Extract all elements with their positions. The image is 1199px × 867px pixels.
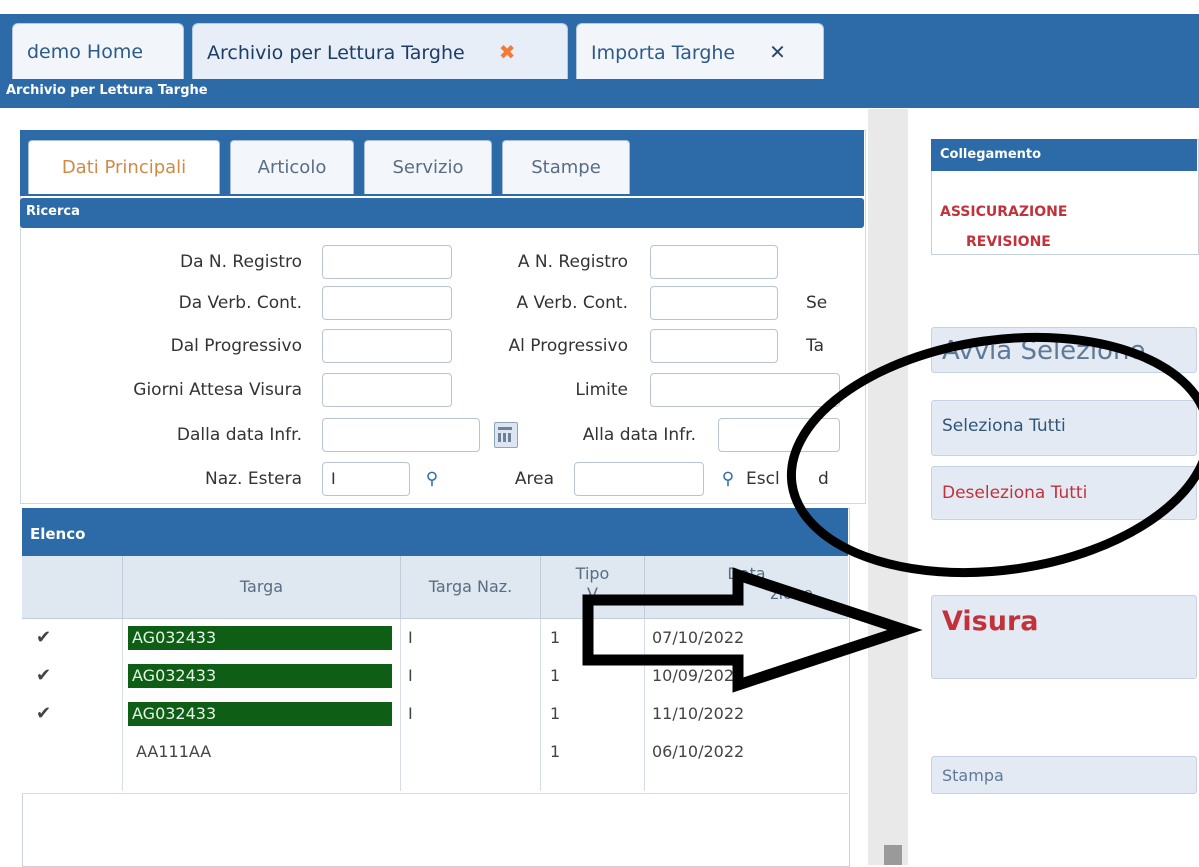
ricerca-header xyxy=(20,198,864,228)
grid-title: Elenco xyxy=(30,525,86,543)
naz-estera-input[interactable]: I xyxy=(322,462,410,496)
tab-label: Importa Targhe xyxy=(591,42,736,64)
deseleziona-tutti-button[interactable]: Deseleziona Tutti xyxy=(931,466,1197,520)
close-icon[interactable]: ✖ xyxy=(499,40,516,64)
tab-label: Archivio per Lettura Targhe xyxy=(207,42,465,64)
label-escl-suffix: d xyxy=(818,469,829,489)
data-cell: 11/10/2022 xyxy=(652,704,745,723)
column-divider xyxy=(122,619,123,791)
column-header-data-line1: Data xyxy=(727,564,766,583)
tab-importa-targhe[interactable]: Importa Targhe ✕ xyxy=(576,23,824,79)
row-check-icon[interactable]: ✔ xyxy=(36,657,51,695)
stampa-button[interactable]: Stampa xyxy=(931,756,1197,794)
tipo-cell: 1 xyxy=(550,666,561,685)
scrollbar-thumb[interactable] xyxy=(884,845,902,865)
breadcrumb: Archivio per Lettura Targhe xyxy=(6,83,208,98)
a-verb-cont-input[interactable] xyxy=(650,286,778,320)
data-cell: 07/10/2022 xyxy=(652,628,745,647)
column-header-data-line2: zione xyxy=(770,584,813,603)
tab-label: demo Home xyxy=(27,41,144,63)
search-icon[interactable]: ⚲ xyxy=(712,462,744,496)
label-se: Se xyxy=(806,293,828,313)
targa-naz-cell: I xyxy=(408,628,413,647)
targa-cell: AA111AA xyxy=(136,742,212,761)
da-n-registro-input[interactable] xyxy=(322,245,452,279)
column-header-tipo-line2: V xyxy=(587,584,598,603)
label-area: Area xyxy=(514,469,554,489)
targa-cell: AG032433 xyxy=(128,702,392,726)
avvia-selezione-button[interactable]: Avvia Selezione xyxy=(931,327,1197,373)
tab-articolo[interactable]: Articolo xyxy=(230,140,354,194)
tab-servizio[interactable]: Servizio xyxy=(364,140,492,194)
targa-cell: AG032433 xyxy=(128,664,392,688)
targa-naz-cell: I xyxy=(408,704,413,723)
label-da-verb-cont: Da Verb. Cont. xyxy=(178,293,302,313)
collegamento-title: Collegamento xyxy=(940,147,1042,162)
vertical-scrollbar[interactable] xyxy=(868,109,908,865)
column-header-tipo-line1: Tipo xyxy=(575,564,610,583)
column-divider xyxy=(644,619,645,791)
table-row-empty xyxy=(22,771,848,794)
calendar-icon[interactable] xyxy=(494,422,518,448)
column-divider xyxy=(540,619,541,791)
dal-progressivo-input[interactable] xyxy=(322,329,452,363)
link-revisione[interactable]: REVISIONE xyxy=(966,234,1051,250)
tipo-cell: 1 xyxy=(550,704,561,723)
seleziona-tutti-button[interactable]: Seleziona Tutti xyxy=(931,400,1197,456)
label-alla-data-infr: Alla data Infr. xyxy=(582,425,696,445)
dalla-data-infr-input[interactable] xyxy=(322,418,480,452)
a-n-registro-input[interactable] xyxy=(650,245,778,279)
area-input[interactable] xyxy=(574,462,704,496)
tab-stampe[interactable]: Stampe xyxy=(502,140,630,194)
section-title: Ricerca xyxy=(26,204,80,219)
al-progressivo-input[interactable] xyxy=(650,329,778,363)
grid-header-bar xyxy=(22,508,848,556)
label-da-n-registro: Da N. Registro xyxy=(180,252,302,272)
label-dalla-data-infr: Dalla data Infr. xyxy=(176,425,302,445)
tab-archivio-lettura-targhe[interactable]: Archivio per Lettura Targhe ✖ xyxy=(192,23,568,79)
link-assicurazione[interactable]: ASSICURAZIONE xyxy=(940,204,1067,220)
data-cell: 06/10/2022 xyxy=(652,742,745,761)
tipo-cell: 1 xyxy=(550,742,561,761)
row-check-icon[interactable]: ✔ xyxy=(36,619,51,657)
search-icon[interactable]: ⚲ xyxy=(416,462,448,496)
tipo-cell: 1 xyxy=(550,628,561,647)
label-al-progressivo: Al Progressivo xyxy=(508,336,629,356)
limite-input[interactable] xyxy=(650,373,840,407)
label-naz-estera: Naz. Estera xyxy=(205,469,302,489)
column-header-data[interactable]: Data zione xyxy=(644,556,848,618)
label-giorni-attesa-visura: Giorni Attesa Visura xyxy=(133,380,302,400)
label-escl: Escl xyxy=(746,469,780,489)
data-cell: 10/09/202 xyxy=(652,666,735,685)
label-ta: Ta xyxy=(806,336,824,356)
label-dal-progressivo: Dal Progressivo xyxy=(170,336,302,356)
targa-cell: AG032433 xyxy=(128,626,392,650)
label-a-n-registro: A N. Registro xyxy=(517,252,628,272)
giorni-attesa-visura-input[interactable] xyxy=(322,373,452,407)
targa-naz-cell: I xyxy=(408,666,413,685)
column-header-targa-naz[interactable]: Targa Naz. xyxy=(400,556,540,618)
tab-dati-principali[interactable]: Dati Principali xyxy=(28,140,220,194)
column-divider xyxy=(400,619,401,791)
column-header-targa[interactable]: Targa xyxy=(122,556,400,618)
column-header-tipo[interactable]: Tipo V xyxy=(540,556,644,618)
visura-button[interactable]: Visura xyxy=(931,595,1197,679)
alla-data-infr-input[interactable] xyxy=(718,418,840,452)
row-check-icon[interactable]: ✔ xyxy=(36,695,51,733)
close-icon[interactable]: ✕ xyxy=(769,40,786,64)
label-limite: Limite xyxy=(575,380,628,400)
label-a-verb-cont: A Verb. Cont. xyxy=(516,293,628,313)
da-verb-cont-input[interactable] xyxy=(322,286,452,320)
tab-demo-home[interactable]: demo Home xyxy=(12,23,184,79)
